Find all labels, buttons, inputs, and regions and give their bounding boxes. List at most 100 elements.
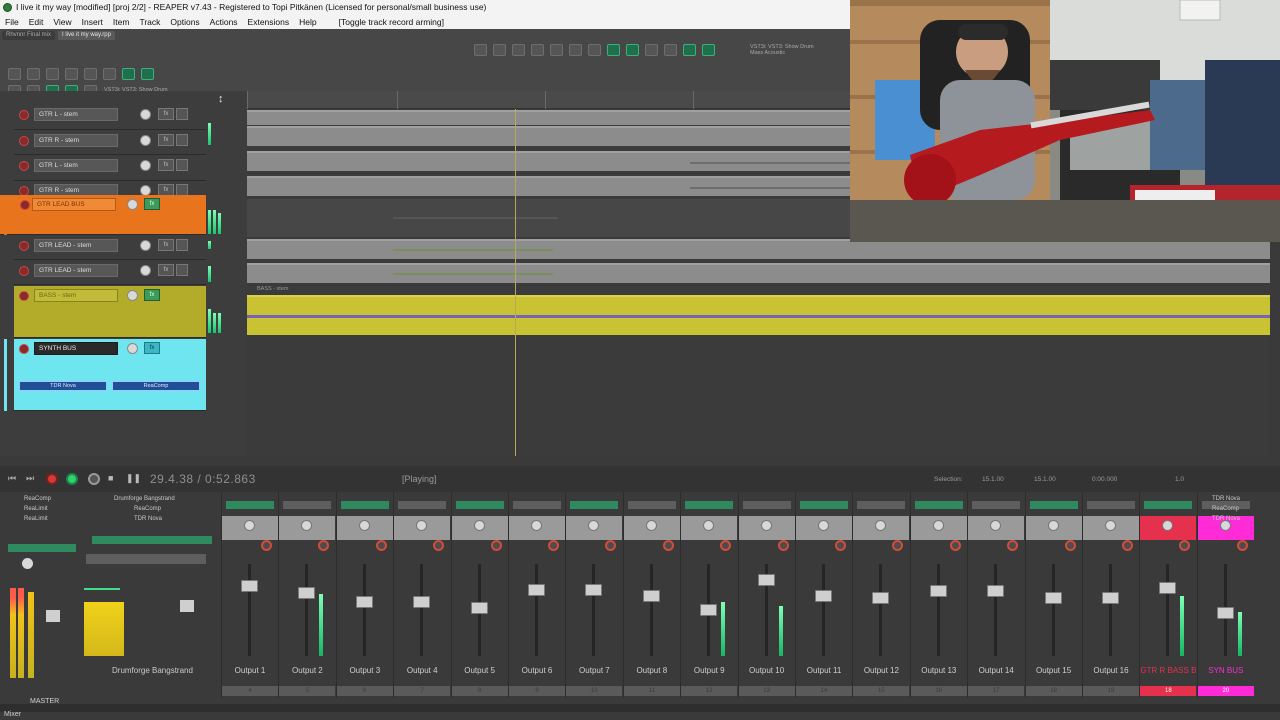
fx-button[interactable]: fx <box>158 134 174 146</box>
pan-knob[interactable] <box>932 520 944 531</box>
record-arm-button[interactable] <box>19 110 29 120</box>
track-name[interactable]: GTR LEAD - stem <box>34 264 118 277</box>
play-button[interactable] <box>66 473 78 485</box>
pan-knob[interactable] <box>1105 520 1116 531</box>
pan-knob[interactable] <box>760 520 772 531</box>
ripple-icon[interactable] <box>607 44 620 56</box>
volume-knob[interactable] <box>140 160 151 171</box>
track-name[interactable]: GTR R - stem <box>34 134 118 147</box>
io-button[interactable] <box>176 134 188 146</box>
strip-header[interactable] <box>1029 501 1078 509</box>
track-bass[interactable]: BASS - stem fx <box>14 286 206 338</box>
playrate[interactable]: 1.0 <box>1175 476 1184 483</box>
record-arm-button[interactable] <box>548 540 559 551</box>
mixer-scrollbar[interactable] <box>0 704 1280 712</box>
volume-knob[interactable] <box>127 199 138 210</box>
track-name[interactable]: GTR LEAD - stem <box>34 239 118 252</box>
mixer-strip[interactable]: Output 12 15 <box>852 492 910 698</box>
pan-knob[interactable] <box>531 520 542 531</box>
fx-button[interactable]: fx <box>158 159 174 171</box>
loop-icon[interactable] <box>702 44 715 56</box>
mixer-tab[interactable]: Mixer <box>4 711 21 718</box>
ripple-all-icon[interactable] <box>626 44 639 56</box>
save-icon[interactable] <box>474 44 487 56</box>
record-arm-button[interactable] <box>375 540 387 551</box>
mixer-strip[interactable]: Output 5 8 <box>450 492 508 698</box>
io-button[interactable] <box>176 159 188 171</box>
pan-knob[interactable] <box>473 520 485 531</box>
record-arm-button[interactable] <box>20 200 30 210</box>
record-arm-button[interactable] <box>605 540 617 551</box>
volume-fader[interactable] <box>413 596 431 608</box>
record-arm-button[interactable] <box>892 540 904 551</box>
strip-header[interactable] <box>283 501 332 509</box>
record-arm-button[interactable] <box>949 540 961 551</box>
volume-knob[interactable] <box>127 290 138 301</box>
track-name[interactable]: BASS - stem <box>34 289 118 302</box>
strip-header[interactable] <box>1144 501 1193 509</box>
media-item[interactable] <box>247 263 1270 283</box>
volume-fader[interactable] <box>1159 582 1177 594</box>
ripple-icon[interactable] <box>122 68 135 80</box>
media-item[interactable] <box>247 110 850 125</box>
mixer-strip[interactable]: Output 13 16 <box>909 492 967 698</box>
fx-slot-tdr-nova[interactable]: TDR Nova <box>19 381 107 391</box>
pan-knob[interactable] <box>818 520 829 531</box>
strip-header[interactable] <box>513 501 561 509</box>
menu-extensions[interactable]: Extensions <box>243 15 295 29</box>
volume-fader[interactable] <box>470 602 488 614</box>
strip-number[interactable]: 9 <box>509 686 565 696</box>
record-arm-button[interactable] <box>19 161 29 171</box>
record-arm-button[interactable] <box>490 540 502 551</box>
strip-number[interactable]: 8 <box>451 686 508 696</box>
record-arm-button[interactable] <box>19 136 29 146</box>
volume-fader[interactable] <box>815 590 832 602</box>
volume-fader[interactable] <box>298 587 316 599</box>
strip-header[interactable] <box>972 501 1021 509</box>
strip-header[interactable] <box>800 501 848 509</box>
record-arm-button[interactable] <box>1064 540 1076 551</box>
lock-icon[interactable] <box>588 44 601 56</box>
strip-number[interactable]: 12 <box>681 686 738 696</box>
fx-button[interactable]: fx <box>144 289 160 301</box>
pan-knob[interactable] <box>244 520 255 531</box>
strip-number[interactable]: 7 <box>394 686 451 696</box>
strip-number[interactable]: 10 <box>566 686 623 696</box>
io-button[interactable] <box>176 239 188 251</box>
settings-icon[interactable] <box>65 68 78 80</box>
track-name[interactable]: GTR LEAD BUS <box>32 198 116 211</box>
record-arm-button[interactable] <box>1236 540 1248 551</box>
grid-icon[interactable] <box>141 68 154 80</box>
menu-insert[interactable]: Insert <box>77 15 108 29</box>
strip-number[interactable]: 16 <box>910 686 967 696</box>
volume-fader[interactable] <box>700 604 718 616</box>
mixer-strip[interactable]: GTR R BASS BUS 18 <box>1139 492 1197 698</box>
strip-header[interactable] <box>226 501 274 509</box>
grid-icon[interactable] <box>645 44 658 56</box>
fx-button[interactable]: fx <box>158 108 174 120</box>
redo-icon[interactable] <box>103 68 116 80</box>
track-gtr-r-1[interactable]: GTR R - stem fx <box>14 131 206 155</box>
strip-number[interactable]: 18 <box>1025 686 1082 696</box>
track-gtr-lead-bus[interactable]: GTR LEAD BUS fx <box>0 195 206 235</box>
menu-actions[interactable]: Actions <box>205 15 243 29</box>
record-arm-button[interactable] <box>662 540 674 551</box>
fx-button[interactable]: fx <box>144 198 160 210</box>
track-synth-bus[interactable]: SYNTH BUS fx TDR Nova ReaComp <box>14 339 206 411</box>
volume-fader[interactable] <box>929 585 947 597</box>
strip-number[interactable]: 18 <box>1140 686 1197 696</box>
menu-options[interactable]: Options <box>165 15 204 29</box>
media-item[interactable] <box>247 239 1270 259</box>
track-name[interactable]: GTR L - stem <box>34 159 118 172</box>
volume-knob[interactable] <box>140 265 151 276</box>
strip-header[interactable] <box>455 501 504 509</box>
project-tab-active[interactable]: I live it my way.rpp <box>58 31 115 40</box>
strip-number[interactable]: 14 <box>796 686 852 696</box>
stop-icon[interactable]: ■ <box>108 473 120 485</box>
menu-edit[interactable]: Edit <box>24 15 49 29</box>
volume-fader[interactable] <box>585 584 603 596</box>
strip-header[interactable] <box>857 501 906 509</box>
bass-media-item[interactable] <box>247 295 1270 335</box>
pan-knob[interactable] <box>645 520 657 531</box>
strip-header[interactable] <box>742 501 791 509</box>
